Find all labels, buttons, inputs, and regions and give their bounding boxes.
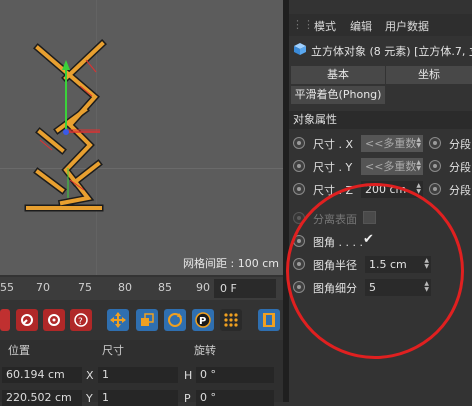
anim-radio[interactable]: [429, 160, 441, 172]
size-y-label: 尺寸 . Y: [313, 161, 353, 174]
grid-spacing-readout: 网格间距 : 100 cm: [183, 257, 279, 270]
point-level-icon[interactable]: [220, 309, 242, 331]
svg-text:?: ?: [78, 317, 83, 327]
anim-radio[interactable]: [293, 160, 305, 172]
rotation-h-field[interactable]: 0 °: [196, 367, 274, 383]
tab-basic[interactable]: 基本: [291, 66, 385, 84]
size-y-field[interactable]: 1: [98, 390, 178, 406]
rotate-icon[interactable]: [164, 309, 186, 331]
timeline-tick: 80: [118, 281, 132, 294]
film-icon[interactable]: [258, 309, 280, 331]
timeline-tick: 55: [0, 281, 14, 294]
viewport-3d[interactable]: 网格间距 : 100 cm: [0, 0, 283, 275]
tab-phong[interactable]: 平滑着色(Phong): [291, 86, 385, 104]
coordinate-manager: 位置 尺寸 旋转 60.194 cm X 1 H 0 ° 220.502 cm …: [0, 340, 283, 406]
section-object-properties: 对象属性: [289, 111, 472, 129]
record-icon[interactable]: [0, 309, 10, 331]
cube-icon: [294, 43, 306, 55]
object-title: 立方体对象 (8 元素) [立方体.7, 立: [311, 45, 472, 58]
size-y-field[interactable]: <<多重数 ▲ ▼: [361, 158, 423, 175]
keyframe-key-icon[interactable]: [16, 309, 38, 331]
scale-icon[interactable]: [136, 309, 158, 331]
rotation-header: 旋转: [194, 344, 216, 357]
axis-h-label: H: [184, 369, 193, 382]
segments-y-label: 分段: [449, 161, 471, 174]
menu-edit[interactable]: 编辑: [350, 18, 372, 34]
axis-y-label: Y: [86, 392, 93, 405]
anim-radio[interactable]: [293, 137, 305, 149]
autokey-icon[interactable]: [43, 309, 65, 331]
menu-userdata[interactable]: 用户数据: [385, 18, 429, 34]
tab-coord[interactable]: 坐标: [386, 66, 472, 84]
segments-x-label: 分段: [449, 138, 471, 151]
anim-radio[interactable]: [429, 183, 441, 195]
timeline-tick: 75: [78, 281, 92, 294]
rotation-p-field[interactable]: 0 °: [196, 390, 274, 406]
help-icon[interactable]: ?: [70, 309, 92, 331]
size-header: 尺寸: [102, 344, 124, 357]
position-x-field[interactable]: 60.194 cm: [2, 367, 82, 383]
timeline-tick: 70: [36, 281, 50, 294]
axis-x-label: X: [86, 369, 94, 382]
parameter-icon[interactable]: P: [192, 309, 214, 331]
timeline-tick: 90: [196, 281, 210, 294]
size-x-field[interactable]: <<多重数 ▲ ▼: [361, 135, 423, 152]
anim-radio[interactable]: [293, 183, 305, 195]
current-frame-field[interactable]: 0 F: [214, 279, 276, 298]
move-icon[interactable]: [107, 309, 129, 331]
menu-mode[interactable]: 模式: [314, 18, 336, 34]
object-title-row: 立方体对象 (8 元素) [立方体.7, 立: [289, 40, 472, 60]
timeline-tick: 85: [158, 281, 172, 294]
position-y-field[interactable]: 220.502 cm: [2, 390, 82, 406]
selected-shelf-model[interactable]: [0, 0, 283, 275]
grip-icon[interactable]: ⋮⋮: [292, 18, 314, 31]
animation-toolbar: ? P: [0, 302, 283, 340]
position-header: 位置: [8, 344, 30, 357]
segments-z-label: 分段: [449, 184, 471, 197]
size-x-field[interactable]: 1: [98, 367, 178, 383]
size-x-label: 尺寸 . X: [313, 138, 354, 151]
timeline-ruler[interactable]: 55 70 75 80 85 90 0 F: [0, 277, 283, 300]
annotation-circle: [286, 183, 464, 359]
svg-text:P: P: [199, 316, 206, 327]
anim-radio[interactable]: [429, 137, 441, 149]
attribute-menubar: ⋮⋮ 模式 编辑 用户数据: [289, 14, 472, 36]
axis-p-label: P: [184, 392, 191, 405]
